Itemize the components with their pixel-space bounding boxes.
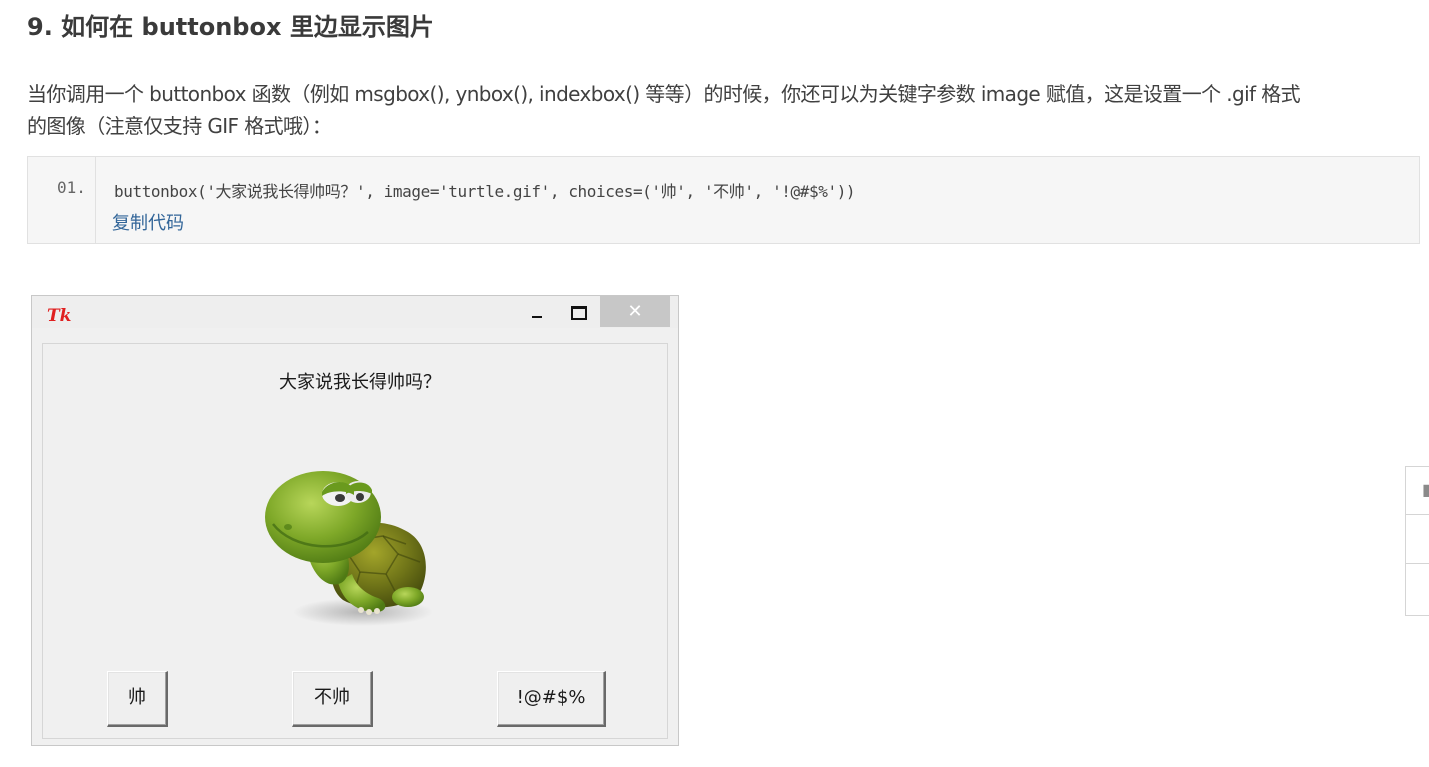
code-line: buttonbox('大家说我长得帅吗？', image='turtle.gif… — [114, 182, 856, 201]
dialog-message: 大家说我长得帅吗？ — [279, 372, 441, 393]
comment-icon: ▮ — [1422, 480, 1429, 499]
line-number: 01. — [57, 178, 86, 197]
floating-side-toolbar: ▮ ⋮ ⋮ — [1405, 466, 1429, 616]
close-icon: ✕ — [627, 301, 643, 322]
menu-icon: ⋮ — [1422, 579, 1429, 597]
tk-window: Tk ✕ 大家说我长得帅吗？ 帅 不帅 !@#$% — [31, 295, 679, 746]
window-titlebar[interactable]: Tk ✕ — [32, 296, 678, 328]
paragraph-line-2: 的图像（注意仅支持 GIF 格式哦）： — [27, 114, 332, 138]
paragraph-line-1: 当你调用一个 buttonbox 函数（例如 msgbox(), ynbox()… — [27, 82, 1301, 106]
dialog-client-area: 大家说我长得帅吗？ 帅 不帅 !@#$% — [42, 343, 668, 739]
side-tool-menu[interactable]: ⋮ — [1406, 565, 1429, 613]
choice-button-not-handsome[interactable]: 不帅 — [292, 671, 373, 727]
copy-code-link[interactable]: 复制代码 — [112, 209, 184, 235]
minimize-button[interactable] — [517, 296, 555, 328]
article-paragraph: 当你调用一个 buttonbox 函数（例如 msgbox(), ynbox()… — [27, 78, 1422, 142]
tk-logo-icon: Tk — [47, 306, 72, 326]
section-heading: 9. 如何在 buttonbox 里边显示图片 — [27, 13, 434, 41]
turtle-image — [265, 471, 433, 626]
code-block: 01. buttonbox('大家说我长得帅吗？', image='turtle… — [27, 156, 1420, 244]
side-tool-share[interactable]: ⋮ — [1406, 516, 1429, 564]
choice-button-symbols[interactable]: !@#$% — [497, 671, 606, 727]
side-tool-comment[interactable]: ▮ — [1406, 467, 1429, 515]
maximize-button[interactable] — [559, 296, 597, 328]
share-icon: ⋮ — [1422, 530, 1429, 548]
choice-button-handsome[interactable]: 帅 — [107, 671, 168, 727]
close-button[interactable]: ✕ — [600, 296, 670, 327]
code-gutter: 01. — [28, 157, 96, 243]
